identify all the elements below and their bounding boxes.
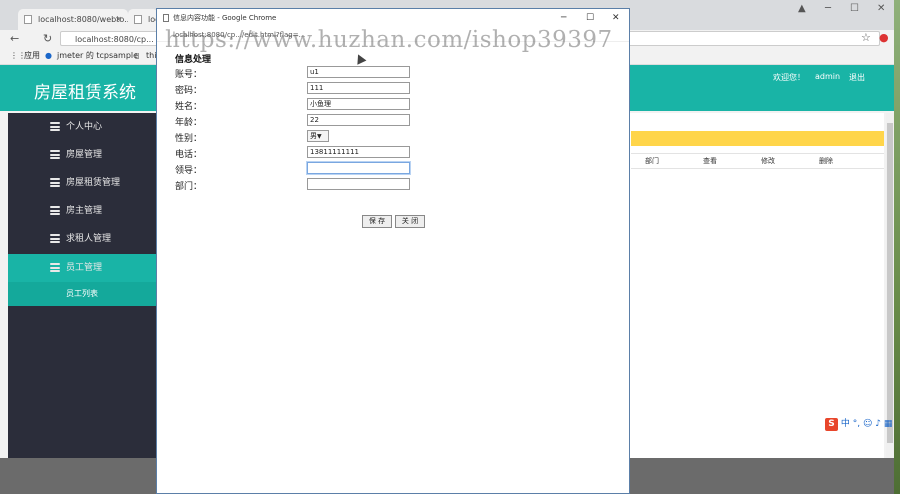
maximize-icon[interactable]: ☐ [850, 3, 859, 14]
sidebar-item-rental-management[interactable]: 房屋租赁管理 [8, 169, 156, 197]
bookmark-thi[interactable]: thi [146, 48, 156, 64]
watermark-text: https://www.huzhan.com/ishop39397 [165, 27, 613, 53]
browser-tab-2[interactable]: loc [128, 9, 158, 30]
sidebar-item-label: 员工管理 [66, 263, 103, 273]
scrollbar-thumb[interactable] [887, 123, 893, 443]
welcome-text: 欢迎您！ [773, 73, 805, 82]
ime-toolbar[interactable]: S 中 °, ☺ ♪ ▦ [825, 417, 897, 431]
chevron-down-icon: ▼ [317, 133, 322, 140]
ime-tools-icon: °, ☺ ♪ ▦ [852, 419, 893, 429]
close-window-icon[interactable]: ✕ [877, 3, 885, 14]
age-field[interactable] [307, 114, 410, 126]
popup-window: 信息内容功能 - Google Chrome ─ ☐ ✕ localhost:8… [156, 8, 630, 494]
sidebar-item-personal-center[interactable]: 个人中心 [8, 113, 156, 141]
sidebar-item-label: 房屋租赁管理 [66, 178, 121, 188]
page-icon [24, 15, 32, 24]
app-title: 房屋租赁系统 [34, 83, 136, 103]
password-field[interactable] [307, 82, 410, 94]
password-label: 密码： [175, 86, 203, 96]
browser-tab-1[interactable]: localhost:8080/webto... ✕ [18, 9, 128, 30]
sidebar-item-tenant-management[interactable]: 求租人管理 [8, 225, 156, 253]
shield-icon: ● [45, 51, 52, 60]
page-icon: ▯ [135, 51, 140, 60]
sidebar-item-staff-management[interactable]: 员工管理 [8, 254, 156, 282]
maximize-icon[interactable]: ☐ [586, 9, 594, 28]
ime-mode-label: 中 [840, 419, 850, 429]
sidebar-subitem-staff-list[interactable]: 员工列表 [8, 282, 156, 306]
sidebar: 个人中心 房屋管理 房屋租赁管理 房主管理 求租人管理 员工管理 员工列表 [8, 113, 156, 458]
stack-icon [50, 206, 60, 215]
department-field[interactable] [307, 178, 410, 190]
extension-icon[interactable]: ● [879, 31, 889, 44]
bookmark-star-icon[interactable]: ☆ [861, 31, 871, 44]
popup-titlebar: 信息内容功能 - Google Chrome ─ ☐ ✕ [157, 9, 629, 28]
name-label: 姓名： [175, 102, 203, 112]
gender-label: 性别： [175, 134, 203, 144]
table-header: 部门 查看 修改 删除 [631, 153, 884, 169]
form-title: 信息处理 [175, 55, 212, 65]
sidebar-item-label: 求租人管理 [66, 234, 112, 244]
sidebar-item-label: 房主管理 [66, 206, 103, 216]
stack-icon [50, 263, 60, 272]
username-link[interactable]: admin [815, 72, 840, 81]
notice-bar [631, 131, 884, 146]
page-icon [163, 14, 169, 22]
name-field[interactable] [307, 98, 410, 110]
url-text: localhost:8080/cp... [75, 35, 154, 44]
column-header-view: 查看 [703, 157, 717, 165]
stack-icon [50, 150, 60, 159]
stack-icon [50, 234, 60, 243]
page-icon [134, 15, 142, 24]
stack-icon [50, 178, 60, 187]
gender-select-value: 男 [310, 132, 317, 140]
popup-window-title: 信息内容功能 - Google Chrome [173, 14, 277, 22]
user-profile-icon[interactable]: ▲ [798, 3, 806, 14]
close-window-icon[interactable]: ✕ [612, 9, 620, 28]
column-header-delete: 删除 [819, 157, 833, 165]
close-tab-icon[interactable]: ✕ [115, 9, 122, 30]
minimize-icon[interactable]: ─ [825, 3, 831, 14]
column-header-department: 部门 [645, 157, 659, 165]
leader-field[interactable] [307, 162, 410, 174]
logout-link[interactable]: 退出 [849, 72, 865, 83]
account-field[interactable] [307, 66, 410, 78]
account-label: 账号： [175, 70, 203, 80]
sogou-ime-icon: S [825, 418, 838, 431]
sidebar-item-label: 个人中心 [66, 122, 103, 132]
phone-label: 电话： [175, 150, 203, 160]
phone-field[interactable] [307, 146, 410, 158]
column-header-edit: 修改 [761, 157, 775, 165]
leader-label: 领导： [175, 166, 203, 176]
save-button[interactable]: 保 存 [362, 215, 392, 228]
bookmark-jmeter[interactable]: jmeter 的 tcpsample [57, 48, 138, 64]
age-label: 年龄： [175, 118, 203, 128]
stack-icon [50, 122, 60, 131]
sidebar-item-landlord-management[interactable]: 房主管理 [8, 197, 156, 225]
back-arrow-icon[interactable]: ← [10, 32, 19, 45]
sidebar-item-house-management[interactable]: 房屋管理 [8, 141, 156, 169]
sidebar-item-label: 房屋管理 [66, 150, 103, 160]
reload-icon[interactable]: ↻ [43, 32, 52, 45]
page-scrollbar[interactable] [886, 113, 894, 458]
gender-select[interactable]: 男▼ [307, 130, 329, 142]
close-button[interactable]: 关 闭 [395, 215, 425, 228]
minimize-icon[interactable]: ─ [561, 9, 566, 28]
bookmark-apps[interactable]: 应用 [24, 48, 40, 64]
department-label: 部门： [175, 182, 203, 192]
